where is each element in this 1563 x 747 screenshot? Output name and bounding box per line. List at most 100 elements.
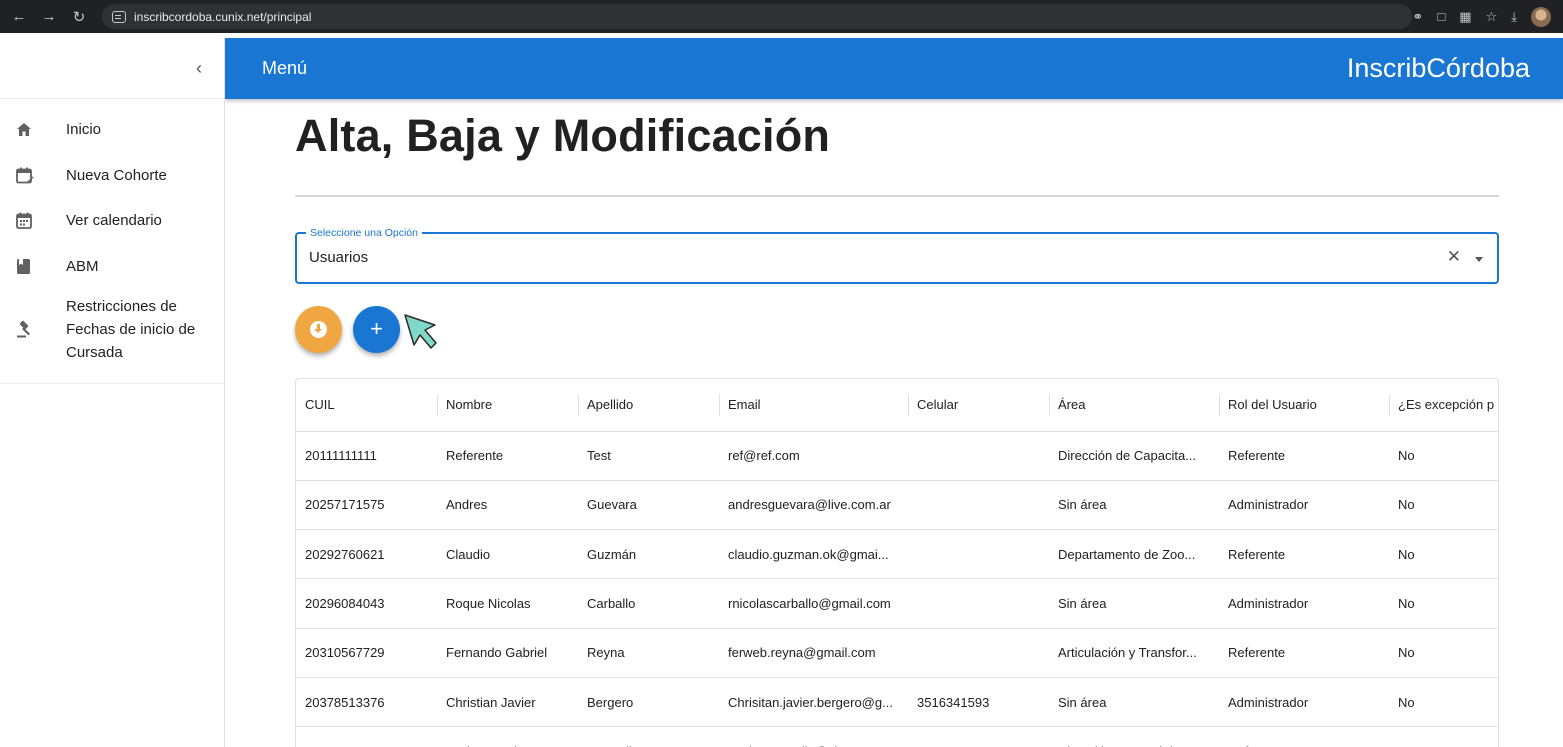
column-header-cuil[interactable]: CUIL bbox=[296, 379, 437, 432]
cell-nombre: Andres bbox=[437, 480, 578, 531]
table-row[interactable]: 20292760621 Claudio Guzmán claudio.guzma… bbox=[296, 529, 1498, 580]
cell-area: Sin área bbox=[1049, 480, 1219, 531]
download-button[interactable] bbox=[295, 305, 342, 353]
column-header-celular[interactable]: Celular bbox=[908, 379, 1049, 432]
cell-nombre: Christian Javier bbox=[437, 677, 578, 728]
cell-celular bbox=[908, 628, 1049, 678]
table-header-row: CUIL Nombre Apellido Email Celular Área … bbox=[296, 379, 1498, 432]
cell-rol: Administrador bbox=[1219, 578, 1389, 629]
plus-icon: + bbox=[370, 316, 383, 341]
column-header-rol[interactable]: Rol del Usuario bbox=[1219, 379, 1389, 432]
star-icon[interactable]: ☆ bbox=[1486, 9, 1498, 25]
cell-rol: Referente bbox=[1219, 431, 1389, 481]
address-bar[interactable]: inscribcordoba.cunix.net/principal bbox=[102, 4, 1412, 29]
column-header-area[interactable]: Área bbox=[1049, 379, 1219, 432]
sidebar-header: ‹ bbox=[0, 38, 224, 99]
profile-avatar[interactable] bbox=[1531, 6, 1551, 27]
table-row[interactable]: 20296084043 Roque Nicolas Carballo rnico… bbox=[296, 578, 1498, 629]
table-row[interactable]: 23227726109 Lucio Antonio Ottonello Luci… bbox=[296, 726, 1498, 747]
cell-email: Lucio.Ottonello@cba.gov.ar bbox=[719, 726, 908, 747]
key-icon[interactable]: ⚭ bbox=[1413, 9, 1424, 25]
cell-rol: Referente bbox=[1219, 628, 1389, 678]
cell-email: andresguevara@live.com.ar bbox=[719, 480, 908, 531]
cell-celular bbox=[908, 431, 1049, 481]
cell-apellido: Guevara bbox=[578, 480, 719, 531]
dropdown-arrow-icon[interactable] bbox=[1475, 257, 1483, 262]
page-title: Alta, Baja y Modificación bbox=[295, 110, 831, 161]
cell-area: Sin área bbox=[1049, 578, 1219, 629]
translate-icon[interactable]: ▦ bbox=[1459, 9, 1471, 25]
cell-excepcion: No bbox=[1389, 480, 1498, 531]
cell-cuil: 20310567729 bbox=[296, 628, 437, 678]
cell-rol: Referente bbox=[1219, 726, 1389, 747]
download-icon[interactable]: ⤓ bbox=[1511, 9, 1517, 25]
menu-title: Menú bbox=[262, 58, 308, 78]
sidebar: ‹ Inicio Nueva Cohorte Ver calendario AB… bbox=[0, 38, 225, 747]
cell-cuil: 20257171575 bbox=[296, 480, 437, 531]
sidebar-item-restricciones[interactable]: Restricciones de Fechas de inicio de Cur… bbox=[0, 289, 224, 369]
back-arrow-icon[interactable]: ← bbox=[4, 8, 34, 25]
table-row[interactable]: 20310567729 Fernando Gabriel Reyna ferwe… bbox=[296, 628, 1498, 678]
cell-apellido: Carballo bbox=[578, 578, 719, 629]
cell-apellido: Ottonello bbox=[578, 726, 719, 747]
reload-icon[interactable]: ↻ bbox=[64, 8, 94, 26]
cell-apellido: Guzmán bbox=[578, 529, 719, 580]
sidebar-item-inicio[interactable]: Inicio bbox=[0, 107, 224, 153]
sidebar-item-label: ABM bbox=[66, 257, 99, 275]
cell-area: Dirección de Capacita... bbox=[1049, 431, 1219, 481]
cell-email: claudio.guzman.ok@gmai... bbox=[719, 529, 908, 580]
cell-nombre: Referente bbox=[437, 431, 578, 481]
sidebar-item-label: Restricciones de Fechas de inicio de Cur… bbox=[66, 297, 196, 361]
cell-rol: Administrador bbox=[1219, 677, 1389, 728]
app-header: Menú InscribCórdoba bbox=[225, 38, 1563, 99]
gavel-icon bbox=[16, 320, 66, 338]
cast-icon[interactable]: □ bbox=[1437, 9, 1445, 24]
cell-celular: 3516341593 bbox=[908, 677, 1049, 728]
main-content: Alta, Baja y Modificación Seleccione una… bbox=[295, 99, 1499, 747]
users-table: CUIL Nombre Apellido Email Celular Área … bbox=[295, 378, 1499, 747]
divider bbox=[295, 195, 1499, 197]
cell-nombre: Fernando Gabriel bbox=[437, 628, 578, 678]
sidebar-item-ver-calendario[interactable]: Ver calendario bbox=[0, 198, 224, 244]
add-button[interactable]: + bbox=[353, 305, 400, 353]
sidebar-item-abm[interactable]: ABM bbox=[0, 244, 224, 290]
column-header-apellido[interactable]: Apellido bbox=[578, 379, 719, 432]
chevron-left-icon[interactable]: ‹ bbox=[196, 58, 202, 79]
cell-apellido: Test bbox=[578, 431, 719, 481]
cell-area: Dirección General de... bbox=[1049, 726, 1219, 747]
cell-rol: Administrador bbox=[1219, 480, 1389, 531]
home-icon bbox=[16, 122, 66, 137]
cell-cuil: 20296084043 bbox=[296, 578, 437, 629]
brand-logo-text[interactable]: InscribCórdoba bbox=[1347, 53, 1530, 84]
sidebar-item-nueva-cohorte[interactable]: Nueva Cohorte bbox=[0, 153, 224, 199]
cell-email: ferweb.reyna@gmail.com bbox=[719, 628, 908, 678]
sidebar-item-label: Nueva Cohorte bbox=[66, 166, 167, 184]
cell-area: Articulación y Transfor... bbox=[1049, 628, 1219, 678]
clear-icon[interactable]: ✕ bbox=[1447, 247, 1461, 267]
column-header-excepcion[interactable]: ¿Es excepción p bbox=[1389, 379, 1498, 432]
table-row[interactable]: 20111111111 Referente Test ref@ref.com D… bbox=[296, 431, 1498, 481]
action-buttons: + bbox=[295, 305, 1499, 353]
cell-nombre: Roque Nicolas bbox=[437, 578, 578, 629]
cell-email: rnicolascarballo@gmail.com bbox=[719, 578, 908, 629]
sidebar-item-label: Ver calendario bbox=[66, 212, 162, 230]
cell-excepcion: No bbox=[1389, 677, 1498, 728]
cell-nombre: Claudio bbox=[437, 529, 578, 580]
site-settings-icon[interactable] bbox=[112, 10, 126, 23]
url-text: inscribcordoba.cunix.net/principal bbox=[134, 9, 312, 24]
cell-celular bbox=[908, 480, 1049, 531]
cell-cuil: 20292760621 bbox=[296, 529, 437, 580]
forward-arrow-icon[interactable]: → bbox=[34, 8, 64, 25]
cell-celular bbox=[908, 529, 1049, 580]
table-row[interactable]: 20378513376 Christian Javier Bergero Chr… bbox=[296, 677, 1498, 728]
cell-email: Chrisitan.javier.bergero@g... bbox=[719, 677, 908, 728]
cell-rol: Referente bbox=[1219, 529, 1389, 580]
column-header-email[interactable]: Email bbox=[719, 379, 908, 432]
mouse-cursor-icon bbox=[404, 314, 437, 349]
sidebar-menu: Inicio Nueva Cohorte Ver calendario ABM … bbox=[0, 99, 224, 384]
table-row[interactable]: 20257171575 Andres Guevara andresguevara… bbox=[296, 480, 1498, 531]
cell-cuil: 23227726109 bbox=[296, 726, 437, 747]
option-select[interactable]: Seleccione una Opción Usuarios ✕ bbox=[295, 227, 1499, 284]
column-header-nombre[interactable]: Nombre bbox=[437, 379, 578, 432]
sidebar-item-label: Inicio bbox=[66, 121, 102, 139]
